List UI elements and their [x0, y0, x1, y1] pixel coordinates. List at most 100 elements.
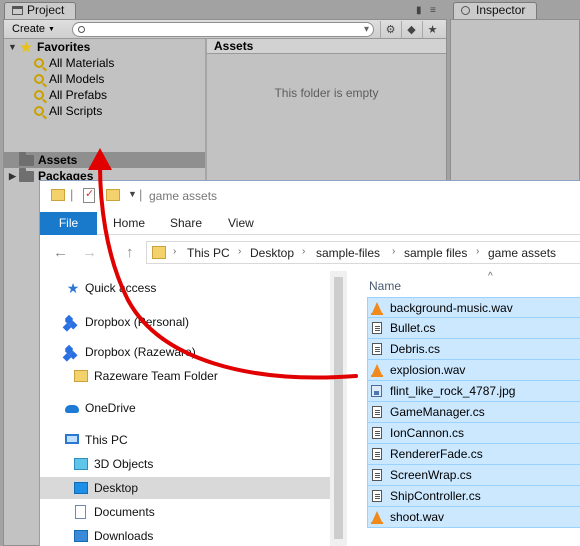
favorite-item[interactable]: All Materials [34, 55, 114, 71]
new-folder-icon[interactable] [106, 189, 120, 201]
nav-item-documents[interactable]: Documents [40, 501, 330, 523]
assets-folder-row[interactable]: Assets [4, 152, 205, 168]
file-row[interactable]: IonCannon.cs [367, 423, 580, 444]
tab-menu-icon[interactable]: ≡ [430, 5, 436, 16]
file-row[interactable]: shoot.wav [367, 507, 580, 528]
file-name: GameManager.cs [390, 405, 485, 419]
address-field[interactable]: › This PC › Desktop › sample-files › sam… [146, 241, 580, 264]
nav-item-team-folder[interactable]: Razeware Team Folder [40, 365, 330, 387]
nav-item-dropbox-personal[interactable]: Dropbox (Personal) [40, 311, 330, 333]
file-name: Bullet.cs [390, 321, 436, 335]
back-arrow-icon[interactable]: ← [53, 244, 68, 261]
favorites-label: Favorites [37, 40, 91, 54]
chevron-right-icon[interactable]: › [392, 246, 395, 257]
scrollbar-thumb[interactable] [334, 277, 343, 539]
chevron-right-icon[interactable]: › [238, 246, 241, 257]
file-row[interactable]: Bullet.cs [367, 318, 580, 339]
script-file-icon [372, 448, 382, 460]
chevron-right-icon[interactable]: › [302, 246, 305, 257]
project-tab[interactable]: Project [4, 2, 76, 19]
breadcrumb-item[interactable]: game assets [488, 246, 556, 260]
nav-item-dropbox-razeware[interactable]: Dropbox (Razeware) [40, 341, 330, 363]
nav-item-this-pc[interactable]: This PC [40, 429, 330, 451]
saved-search-icon [34, 106, 44, 116]
saved-search-icon [34, 74, 44, 84]
nav-item-desktop[interactable]: Desktop [40, 477, 330, 499]
folder-icon [19, 152, 34, 166]
chevron-right-icon[interactable]: › [173, 246, 176, 257]
nav-item-downloads[interactable]: Downloads [40, 525, 330, 546]
favorites-button[interactable]: ★ [422, 21, 442, 38]
create-button[interactable]: Create ▼ [8, 22, 59, 37]
nav-item-label: 3D Objects [94, 457, 154, 471]
assets-folder-label: Assets [38, 153, 78, 167]
up-arrow-icon[interactable]: ↑ [126, 244, 134, 261]
nav-item-3d-objects[interactable]: 3D Objects [40, 453, 330, 475]
favorite-item-label: All Prefabs [49, 88, 108, 102]
navigation-scrollbar[interactable] [330, 271, 347, 546]
documents-icon [75, 505, 86, 519]
column-header-name[interactable]: Name [369, 279, 401, 293]
tab-file[interactable]: File [40, 212, 97, 235]
nav-item-onedrive[interactable]: OneDrive [40, 397, 330, 419]
file-name: Debris.cs [390, 342, 441, 356]
forward-arrow-icon[interactable]: → [82, 244, 97, 261]
file-row[interactable]: ScreenWrap.cs [367, 465, 580, 486]
favorite-item-label: All Materials [49, 56, 115, 70]
breadcrumb-item[interactable]: This PC [187, 246, 230, 260]
file-row[interactable]: RendererFade.cs [367, 444, 580, 465]
favorite-item[interactable]: All Models [34, 71, 104, 87]
file-row[interactable]: ShipController.cs [367, 486, 580, 507]
script-file-icon [372, 343, 382, 355]
dropdown-arrow-icon: ▼ [48, 26, 55, 33]
search-by-type-button[interactable]: ⚙ [380, 21, 400, 38]
file-row[interactable]: GameManager.cs [367, 402, 580, 423]
tab-home[interactable]: Home [113, 212, 145, 235]
separator: | [139, 187, 143, 202]
saved-search-icon [34, 90, 44, 100]
breadcrumb-item[interactable]: sample-files [316, 246, 380, 260]
favorites-row[interactable]: ▼ ★ Favorites [4, 39, 205, 55]
chevron-right-icon[interactable]: › [476, 246, 479, 257]
favorite-item-label: All Models [49, 72, 105, 86]
nav-item-label: Quick access [85, 281, 157, 295]
file-row[interactable]: explosion.wav [367, 360, 580, 381]
fold-open-icon[interactable]: ▼ [8, 39, 17, 55]
search-clear-icon[interactable]: ▾ [364, 24, 369, 36]
folder-icon [152, 246, 166, 259]
tab-view[interactable]: View [228, 212, 254, 235]
tab-share[interactable]: Share [170, 212, 202, 235]
file-name: explosion.wav [390, 363, 466, 377]
type-filter-icon: ⚙ [385, 24, 396, 36]
inspector-tab[interactable]: Inspector [453, 2, 537, 19]
lock-icon[interactable]: ▮ [416, 5, 422, 16]
file-row[interactable]: Debris.cs [367, 339, 580, 360]
search-by-label-button[interactable]: ◆ [401, 21, 421, 38]
nav-item-quick-access[interactable]: ★ Quick access [40, 277, 330, 299]
favorite-item[interactable]: All Scripts [34, 103, 102, 119]
cube-icon [74, 458, 88, 470]
nav-item-label: Dropbox (Razeware) [85, 345, 196, 359]
project-toolbar: Create ▼ ▾ ⚙ ◆ ★ [4, 20, 446, 39]
file-row[interactable]: background-music.wav [367, 297, 580, 318]
file-row[interactable]: flint_like_rock_4787.jpg [367, 381, 580, 402]
file-explorer-window: | ▼ | game assets File Home Share View ←… [39, 180, 580, 546]
dropbox-icon [66, 346, 80, 358]
recent-locations-icon[interactable]: ⌄ [107, 247, 115, 258]
team-folder-icon [74, 370, 88, 382]
breadcrumb-item[interactable]: sample files [404, 246, 467, 260]
sort-ascending-icon: ^ [488, 271, 493, 282]
assets-breadcrumb[interactable]: Assets [207, 39, 446, 54]
favorite-item[interactable]: All Prefabs [34, 87, 107, 103]
favorite-item-label: All Scripts [49, 104, 103, 118]
file-name: IonCannon.cs [390, 426, 465, 440]
breadcrumb-item[interactable]: Desktop [250, 246, 294, 260]
quick-access-dropdown-icon[interactable]: ▼ [128, 189, 137, 199]
address-bar-row: ← → ⌄ ↑ › This PC › Desktop › sample-fil… [40, 235, 580, 271]
audio-file-icon [371, 511, 383, 524]
fold-closed-icon[interactable]: ▶ [9, 168, 16, 184]
desktop-icon [74, 482, 88, 494]
project-search-input[interactable]: ▾ [72, 22, 374, 37]
properties-icon[interactable] [83, 187, 95, 203]
project-tab-strip: Project ▮ ≡ [0, 0, 450, 19]
